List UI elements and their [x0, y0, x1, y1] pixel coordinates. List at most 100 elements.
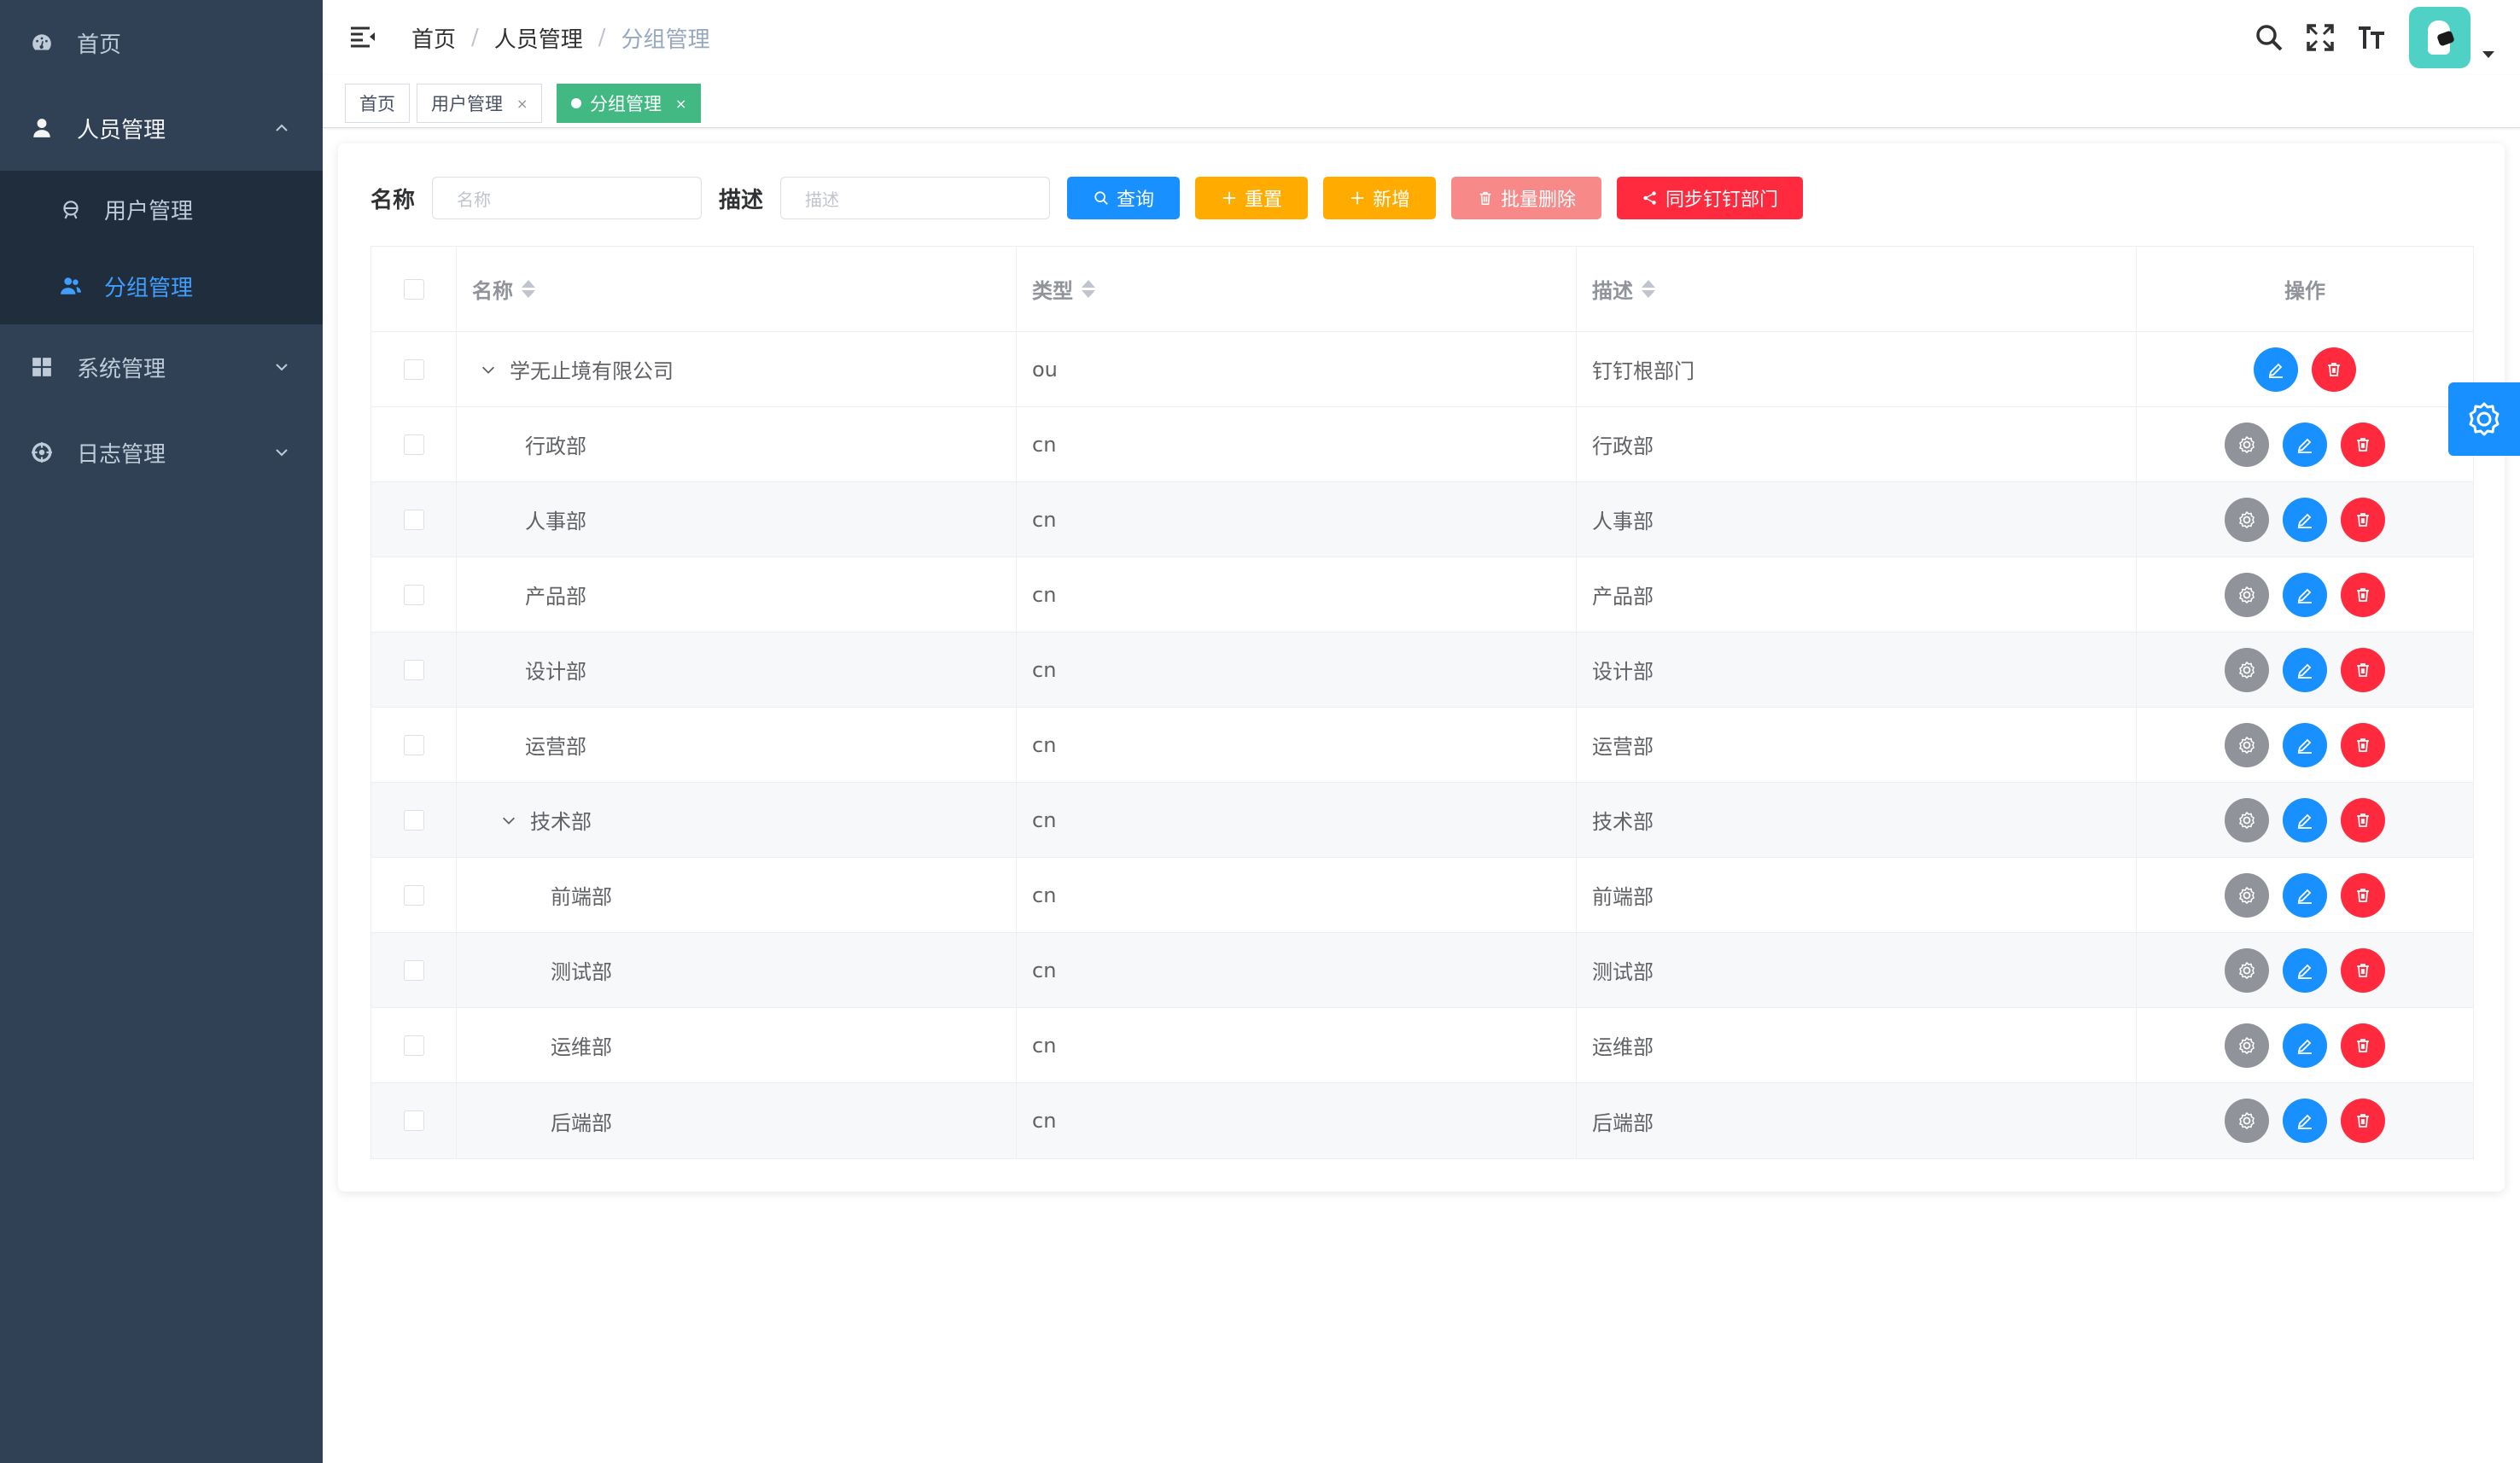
row-checkbox[interactable]	[403, 884, 424, 906]
delete-button[interactable]	[2341, 1099, 2385, 1143]
hamburger-icon[interactable]	[348, 22, 377, 51]
reset-label: 重置	[1245, 189, 1283, 211]
table-row[interactable]: 人事部 cn 人事部	[371, 482, 2473, 557]
breadcrumb-item-home[interactable]: 首页	[411, 22, 456, 54]
row-checkbox[interactable]	[403, 1035, 424, 1056]
row-checkbox[interactable]	[403, 734, 424, 755]
edit-button[interactable]	[2283, 572, 2327, 617]
settings-button[interactable]	[2225, 647, 2269, 692]
expand-chevron-icon[interactable]	[479, 360, 498, 379]
add-button[interactable]: 新增	[1323, 177, 1437, 219]
edit-button[interactable]	[2283, 722, 2327, 767]
trash-icon	[2354, 1111, 2372, 1130]
settings-button[interactable]	[2225, 797, 2269, 842]
sidebar-item-system[interactable]: 系统管理	[0, 324, 323, 410]
settings-button[interactable]	[2225, 422, 2269, 467]
edit-button[interactable]	[2283, 797, 2327, 842]
font-size-icon[interactable]	[2356, 22, 2387, 53]
sidebar-item-users[interactable]: 用户管理	[0, 171, 323, 248]
settings-button[interactable]	[2225, 947, 2269, 993]
row-checkbox[interactable]	[403, 358, 424, 380]
type-cell: cn	[1017, 407, 1577, 481]
settings-button[interactable]	[2225, 872, 2269, 918]
close-icon[interactable]: ×	[516, 96, 528, 112]
breadcrumb-item-personnel[interactable]: 人员管理	[494, 22, 583, 54]
settings-button[interactable]	[2225, 572, 2269, 617]
header-type[interactable]: 类型	[1017, 247, 1577, 331]
sort-icon[interactable]	[1642, 280, 1655, 298]
name-text: 运营部	[525, 735, 586, 759]
search-icon[interactable]	[2254, 22, 2284, 53]
sort-icon[interactable]	[1082, 280, 1095, 298]
row-checkbox[interactable]	[403, 809, 424, 831]
delete-button[interactable]	[2341, 872, 2385, 918]
name-input[interactable]: 名称	[432, 177, 703, 219]
row-checkbox[interactable]	[403, 1110, 424, 1131]
table-row[interactable]: 学无止境有限公司 ou 钉钉根部门	[371, 332, 2473, 407]
tag-users[interactable]: 用户管理 ×	[417, 84, 543, 123]
settings-button[interactable]	[2225, 1023, 2269, 1068]
row-checkbox[interactable]	[403, 434, 424, 455]
edit-button[interactable]	[2283, 872, 2327, 918]
delete-button[interactable]	[2341, 497, 2385, 542]
close-icon[interactable]: ×	[675, 96, 686, 112]
avatar[interactable]	[2409, 7, 2470, 68]
delete-button[interactable]	[2341, 647, 2385, 692]
delete-button[interactable]	[2312, 347, 2356, 392]
settings-float-button[interactable]	[2448, 382, 2520, 456]
header-name[interactable]: 名称	[457, 247, 1017, 331]
sidebar-item-home[interactable]: 首页	[0, 0, 323, 85]
edit-button[interactable]	[2283, 947, 2327, 993]
table-row[interactable]: 设计部 cn 设计部	[371, 632, 2473, 708]
delete-button[interactable]	[2341, 572, 2385, 617]
edit-button[interactable]	[2254, 347, 2298, 392]
edit-button[interactable]	[2283, 1099, 2327, 1143]
delete-button[interactable]	[2341, 422, 2385, 467]
delete-button[interactable]	[2341, 722, 2385, 767]
tag-groups[interactable]: 分组管理 ×	[557, 84, 702, 123]
select-all-checkbox[interactable]	[403, 278, 424, 300]
table-row[interactable]: 后端部 cn 后端部	[371, 1083, 2473, 1158]
edit-button[interactable]	[2283, 497, 2327, 542]
table-row[interactable]: 行政部 cn 行政部	[371, 407, 2473, 482]
trash-icon	[2354, 736, 2372, 755]
settings-button[interactable]	[2225, 722, 2269, 767]
delete-button[interactable]	[2341, 797, 2385, 842]
row-checkbox[interactable]	[403, 659, 424, 680]
sidebar-item-groups[interactable]: 分组管理	[0, 248, 323, 324]
sidebar-item-personnel[interactable]: 人员管理	[0, 85, 323, 171]
edit-button[interactable]	[2283, 422, 2327, 467]
delete-button[interactable]	[2341, 1023, 2385, 1068]
table-row[interactable]: 前端部 cn 前端部	[371, 858, 2473, 933]
sidebar-item-logs[interactable]: 日志管理	[0, 410, 323, 495]
header-desc[interactable]: 描述	[1577, 247, 2137, 331]
delete-button[interactable]	[2341, 947, 2385, 993]
settings-button[interactable]	[2225, 497, 2269, 542]
select-cell	[371, 858, 457, 932]
sort-icon[interactable]	[522, 280, 535, 298]
reset-button[interactable]: 重置	[1195, 177, 1309, 219]
row-checkbox[interactable]	[403, 959, 424, 981]
caret-down-icon[interactable]	[2482, 51, 2494, 58]
batch-delete-button[interactable]: 批量删除	[1451, 177, 1602, 219]
edit-button[interactable]	[2283, 647, 2327, 692]
row-checkbox[interactable]	[403, 584, 424, 605]
row-checkbox[interactable]	[403, 509, 424, 530]
table-row[interactable]: 技术部 cn 技术部	[371, 783, 2473, 858]
name-text: 行政部	[525, 434, 586, 458]
table-row[interactable]: 运维部 cn 运维部	[371, 1008, 2473, 1083]
fullscreen-icon[interactable]	[2305, 22, 2336, 53]
query-button[interactable]: 查询	[1067, 177, 1181, 219]
desc-text: 人事部	[1592, 510, 1654, 533]
type-text: cn	[1032, 582, 1057, 607]
edit-button[interactable]	[2283, 1023, 2327, 1068]
table-row[interactable]: 运营部 cn 运营部	[371, 708, 2473, 783]
settings-button[interactable]	[2225, 1099, 2269, 1143]
table-row[interactable]: 测试部 cn 测试部	[371, 933, 2473, 1008]
name-cell: 人事部	[457, 482, 1017, 557]
expand-chevron-icon[interactable]	[499, 811, 518, 830]
sync-dingtalk-button[interactable]: 同步钉钉部门	[1617, 177, 1804, 219]
tag-home[interactable]: 首页	[345, 84, 410, 123]
desc-input[interactable]: 描述	[780, 177, 1051, 219]
table-row[interactable]: 产品部 cn 产品部	[371, 557, 2473, 632]
